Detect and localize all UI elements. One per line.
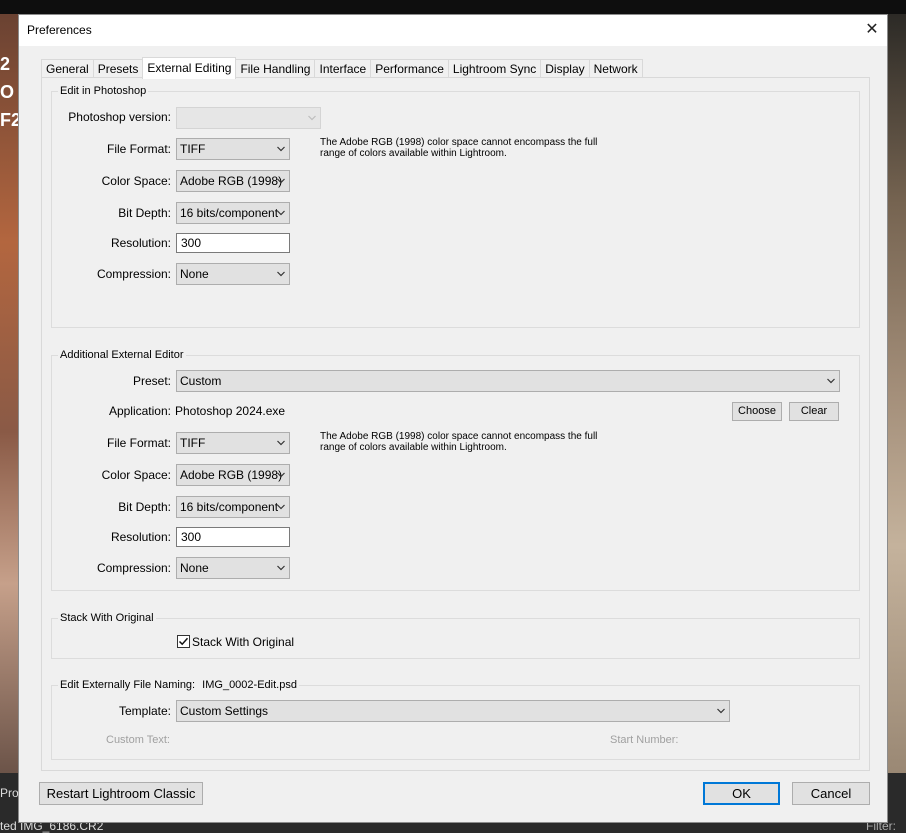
compression-value: None	[180, 267, 209, 281]
tab-general[interactable]: General	[41, 59, 94, 79]
cancel-button[interactable]: Cancel	[792, 782, 870, 805]
ok-button[interactable]: OK	[703, 782, 780, 805]
color-space-value: Adobe RGB (1998)	[180, 468, 283, 482]
file-format-select[interactable]: TIFF	[176, 432, 290, 454]
group-edit-in-photoshop: Edit in Photoshop Photoshop version: Fil…	[51, 84, 860, 328]
dialog-title: Preferences	[27, 23, 92, 37]
chevron-down-icon	[277, 145, 285, 153]
color-space-warning: The Adobe RGB (1998) color space cannot …	[320, 431, 598, 453]
color-space-select[interactable]: Adobe RGB (1998)	[176, 464, 290, 486]
custom-text-label: Custom Text:	[106, 734, 170, 746]
background-proc-text: Pro	[0, 786, 19, 800]
preferences-dialog: Preferences ✕ General Presets External E…	[18, 14, 888, 823]
file-format-select[interactable]: TIFF	[176, 138, 290, 160]
tab-presets[interactable]: Presets	[92, 59, 144, 79]
preset-select[interactable]: Custom	[176, 370, 840, 392]
resolution-input[interactable]: 300	[176, 527, 290, 547]
tab-panel-external-editing: Edit in Photoshop Photoshop version: Fil…	[41, 77, 870, 771]
bit-depth-select[interactable]: 16 bits/component	[176, 496, 290, 518]
checkmark-icon	[178, 637, 189, 646]
chevron-down-icon	[277, 209, 285, 217]
chevron-down-icon	[277, 270, 285, 278]
application-label: Application:	[108, 404, 171, 418]
bit-depth-value: 16 bits/component	[180, 206, 279, 220]
file-naming-title: Edit Externally File Naming:	[60, 679, 196, 691]
restart-lightroom-button[interactable]: Restart Lightroom Classic	[39, 782, 203, 805]
resolution-label: Resolution:	[110, 530, 171, 544]
chevron-down-icon	[277, 503, 285, 511]
clear-button[interactable]: Clear	[789, 402, 839, 421]
chevron-down-icon	[277, 564, 285, 572]
tab-interface[interactable]: Interface	[314, 59, 372, 79]
template-value: Custom Settings	[180, 704, 269, 718]
tab-file-handling[interactable]: File Handling	[235, 59, 316, 79]
group-file-naming: Edit Externally File Naming: IMG_0002-Ed…	[51, 678, 860, 760]
chevron-down-icon	[827, 377, 835, 385]
group-title: Stack With Original	[58, 611, 156, 625]
tab-display[interactable]: Display	[540, 59, 590, 79]
preset-value: Custom	[180, 374, 222, 388]
file-format-label: File Format:	[106, 436, 171, 450]
resolution-label: Resolution:	[110, 236, 171, 250]
group-stack-with-original: Stack With Original Stack With Original	[51, 611, 860, 659]
compression-label: Compression:	[96, 267, 171, 281]
group-title: Edit Externally File Naming: IMG_0002-Ed…	[58, 678, 299, 692]
file-format-label: File Format:	[106, 142, 171, 156]
tab-network[interactable]: Network	[588, 59, 643, 79]
chevron-down-icon	[308, 114, 316, 122]
file-format-value: TIFF	[180, 142, 206, 156]
resolution-input[interactable]: 300	[176, 233, 290, 253]
compression-label: Compression:	[96, 561, 171, 575]
chevron-down-icon	[277, 471, 285, 479]
photoshop-version-select[interactable]	[176, 107, 321, 129]
chevron-down-icon	[277, 177, 285, 185]
compression-select[interactable]: None	[176, 557, 290, 579]
compression-value: None	[180, 561, 209, 575]
background-photo-right	[886, 14, 906, 774]
color-space-value: Adobe RGB (1998)	[180, 174, 283, 188]
template-select[interactable]: Custom Settings	[176, 700, 730, 722]
color-space-label: Color Space:	[101, 468, 171, 482]
group-title: Edit in Photoshop	[58, 84, 149, 98]
chevron-down-icon	[717, 707, 725, 715]
tab-external-editing[interactable]: External Editing	[142, 57, 237, 79]
stack-with-original-checkbox[interactable]	[177, 635, 190, 648]
close-icon[interactable]: ✕	[857, 15, 887, 46]
bit-depth-select[interactable]: 16 bits/component	[176, 202, 290, 224]
color-space-warning: The Adobe RGB (1998) color space cannot …	[320, 137, 598, 159]
stack-with-original-label[interactable]: Stack With Original	[192, 635, 294, 649]
bit-depth-value: 16 bits/component	[180, 500, 279, 514]
color-space-select[interactable]: Adobe RGB (1998)	[176, 170, 290, 192]
bit-depth-label: Bit Depth:	[118, 206, 171, 220]
group-additional-external-editor: Additional External Editor Preset: Custo…	[51, 348, 860, 591]
chevron-down-icon	[277, 439, 285, 447]
background-top-bar	[0, 0, 906, 14]
photoshop-version-label: Photoshop version:	[68, 110, 171, 124]
application-value: Photoshop 2024.exe	[175, 404, 286, 418]
preset-label: Preset:	[132, 374, 171, 388]
file-naming-example: IMG_0002-Edit.psd	[202, 679, 297, 691]
bit-depth-label: Bit Depth:	[118, 500, 171, 514]
choose-button[interactable]: Choose	[732, 402, 782, 421]
start-number-label: Start Number:	[610, 734, 679, 746]
compression-select[interactable]: None	[176, 263, 290, 285]
tab-bar: General Presets External Editing File Ha…	[41, 57, 643, 79]
title-bar: Preferences ✕	[19, 15, 887, 46]
tab-performance[interactable]: Performance	[370, 59, 449, 79]
tab-lightroom-sync[interactable]: Lightroom Sync	[447, 59, 542, 79]
group-title: Additional External Editor	[58, 348, 186, 362]
template-label: Template:	[118, 704, 171, 718]
color-space-label: Color Space:	[101, 174, 171, 188]
file-format-value: TIFF	[180, 436, 206, 450]
